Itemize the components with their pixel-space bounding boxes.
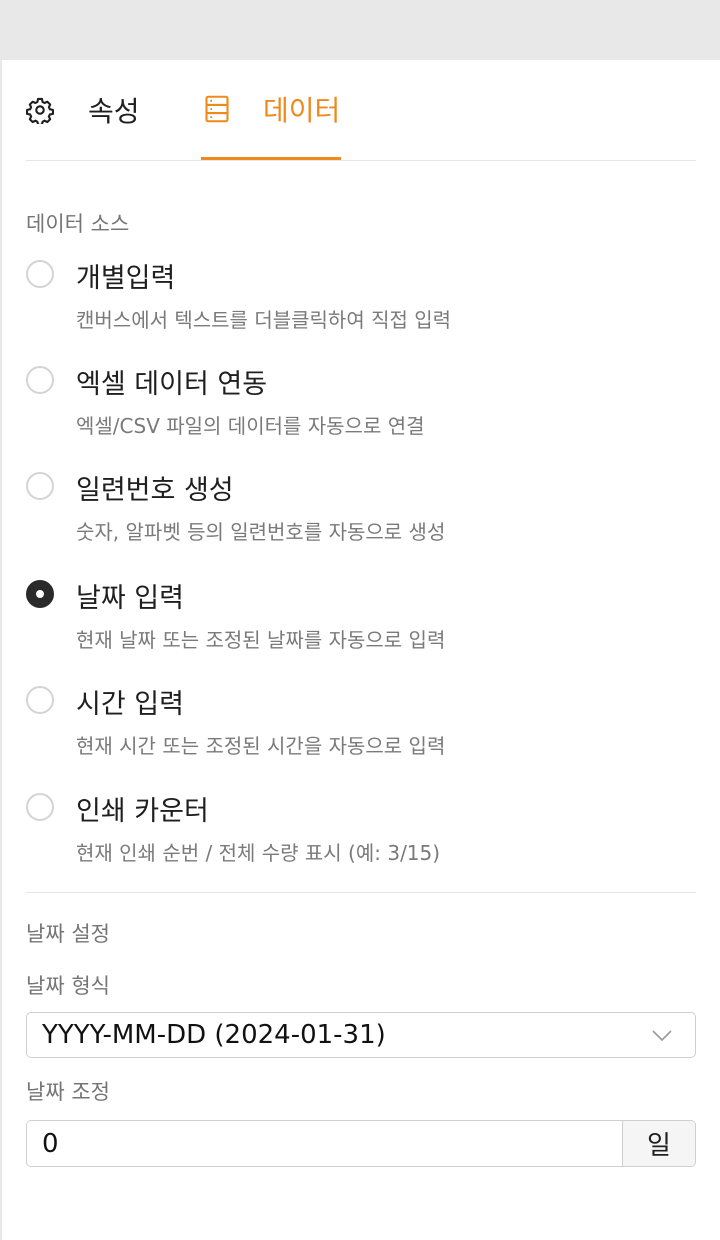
panel-tabs: 속성 데이터 [26,60,696,161]
date-format-label: 날짜 형식 [26,974,110,998]
data-source-title: 데이터 소스 [26,212,130,236]
date-adjust-field: 일 [26,1120,696,1167]
option-description: 현재 시간 또는 조정된 시간을 자동으로 입력 [76,734,446,758]
date-adjust-label: 날짜 조정 [26,1080,110,1104]
option-date-input[interactable]: 날짜 입력 현재 날짜 또는 조정된 날짜를 자동으로 입력 [26,580,696,676]
gear-icon [26,96,54,124]
date-adjust-unit: 일 [622,1121,695,1166]
tab-properties-label: 속성 [88,95,140,128]
tab-properties[interactable]: 속성 [26,60,166,160]
database-icon [203,95,231,123]
option-title: 개별입력 [76,263,176,294]
radio-excel-link[interactable] [26,366,54,394]
radio-date-input[interactable] [26,580,54,608]
data-panel: 속성 데이터 데이터 소스 개별입력 캔버스에서 텍스트를 더블클릭하여 직접 … [2,60,720,1240]
option-title: 인쇄 카운터 [76,796,209,827]
section-divider [26,892,696,893]
tab-data-label: 데이터 [263,93,341,127]
option-title: 일련번호 생성 [76,475,234,506]
option-description: 숫자, 알파벳 등의 일련번호를 자동으로 생성 [76,520,446,544]
radio-print-counter[interactable] [26,793,54,821]
option-description: 캔버스에서 텍스트를 더블클릭하여 직접 입력 [76,308,452,332]
option-title: 엑셀 데이터 연동 [76,369,268,400]
date-format-value: YYYY-MM-DD (2024-01-31) [42,1020,386,1050]
tab-data[interactable]: 데이터 [201,60,341,160]
option-description: 현재 인쇄 순번 / 전체 수량 표시 (예: 3/15) [76,841,441,865]
date-settings-title: 날짜 설정 [26,922,110,946]
option-title: 날짜 입력 [76,583,184,614]
option-time-input[interactable]: 시간 입력 현재 시간 또는 조정된 시간을 자동으로 입력 [26,686,696,782]
date-format-select[interactable]: YYYY-MM-DD (2024-01-31) [26,1012,696,1058]
chevron-down-icon [651,1024,673,1046]
option-description: 엑셀/CSV 파일의 데이터를 자동으로 연결 [76,414,425,438]
radio-time-input[interactable] [26,686,54,714]
option-individual-input[interactable]: 개별입력 캔버스에서 텍스트를 더블클릭하여 직접 입력 [26,260,696,356]
option-print-counter[interactable]: 인쇄 카운터 현재 인쇄 순번 / 전체 수량 표시 (예: 3/15) [26,793,696,889]
date-adjust-input[interactable] [27,1121,622,1166]
radio-individual-input[interactable] [26,260,54,288]
option-title: 시간 입력 [76,689,184,720]
radio-serial-number[interactable] [26,472,54,500]
option-serial-number[interactable]: 일련번호 생성 숫자, 알파벳 등의 일련번호를 자동으로 생성 [26,472,696,568]
option-description: 현재 날짜 또는 조정된 날짜를 자동으로 입력 [76,628,446,652]
option-excel-link[interactable]: 엑셀 데이터 연동 엑셀/CSV 파일의 데이터를 자동으로 연결 [26,366,696,462]
